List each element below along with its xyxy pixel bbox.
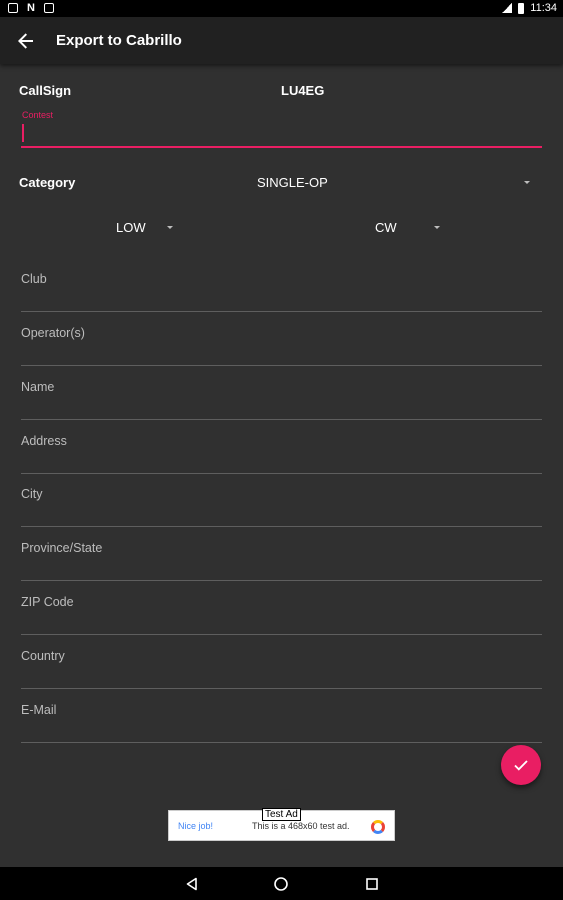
ad-tag: Test Ad — [262, 808, 301, 821]
contest-floating-label: Contest — [22, 110, 54, 120]
n-icon: N — [27, 2, 35, 14]
country-underline — [21, 688, 542, 689]
zip-code-hint: ZIP Code — [21, 595, 74, 609]
ad-logo-icon — [371, 820, 385, 834]
province-state-underline — [21, 580, 542, 581]
operators-hint: Operator(s) — [21, 326, 85, 340]
operators-underline — [21, 365, 542, 366]
club-hint: Club — [21, 272, 47, 286]
province-state-hint: Province/State — [21, 541, 103, 555]
callsign-label: CallSign — [19, 83, 72, 98]
name-underline — [21, 419, 542, 420]
notification-icon — [43, 3, 54, 13]
mode-spinner[interactable]: CW — [375, 220, 397, 235]
power-spinner[interactable]: LOW — [116, 220, 146, 235]
club-underline — [21, 311, 542, 312]
arrow-back-icon — [18, 33, 33, 49]
status-time: 11:34 — [530, 2, 557, 14]
status-bar-notifications: N — [8, 2, 54, 14]
zip-code-underline — [21, 634, 542, 635]
nav-back-button[interactable] — [184, 876, 200, 892]
name-hint: Name — [21, 380, 55, 394]
address-hint: Address — [21, 434, 67, 448]
nav-home-icon — [274, 877, 288, 891]
zip-code-field[interactable]: ZIP Code — [21, 595, 542, 635]
confirm-export-button[interactable] — [501, 745, 541, 785]
email-hint: E-Mail — [21, 703, 57, 717]
nav-back-icon — [186, 877, 197, 891]
signal-icon — [502, 3, 513, 13]
ad-left-text: Nice job! — [178, 821, 214, 831]
category-dropdown-icon[interactable] — [524, 181, 530, 184]
callsign-value: LU4EG — [281, 83, 325, 98]
province-state-field[interactable]: Province/State — [21, 541, 542, 581]
city-hint: City — [21, 487, 43, 501]
contest-input[interactable]: Contest — [21, 110, 542, 148]
email-underline — [21, 742, 542, 743]
email-field[interactable]: E-Mail — [21, 703, 542, 743]
city-underline — [21, 526, 542, 527]
app-bar: Export to Cabrillo — [0, 17, 563, 64]
page-title: Export to Cabrillo — [56, 32, 182, 49]
mode-dropdown-icon[interactable] — [434, 226, 440, 229]
power-dropdown-icon[interactable] — [167, 226, 173, 229]
country-field[interactable]: Country — [21, 649, 542, 689]
address-field[interactable]: Address — [21, 434, 542, 474]
battery-icon — [518, 2, 525, 14]
city-field[interactable]: City — [21, 487, 542, 527]
nav-recents-icon — [366, 878, 378, 890]
nav-home-button[interactable] — [273, 876, 289, 892]
status-bar-system: 11:34 — [502, 2, 557, 14]
back-button[interactable] — [14, 29, 38, 53]
operators-field[interactable]: Operator(s) — [21, 326, 542, 366]
category-spinner[interactable]: SINGLE-OP — [257, 175, 328, 190]
navigation-bar — [0, 867, 563, 900]
country-hint: Country — [21, 649, 65, 663]
contest-underline — [21, 146, 542, 148]
club-field[interactable]: Club — [21, 272, 542, 312]
text-cursor — [22, 124, 24, 142]
address-underline — [21, 473, 542, 474]
status-bar: N 11:34 — [0, 0, 563, 17]
ad-banner[interactable]: Test Ad Nice job! This is a 468x60 test … — [168, 808, 395, 841]
nav-recents-button[interactable] — [364, 876, 380, 892]
notification-icon — [8, 3, 18, 13]
name-field[interactable]: Name — [21, 380, 542, 420]
ad-middle-text: This is a 468x60 test ad. — [252, 821, 350, 831]
check-icon — [514, 760, 528, 771]
category-label: Category — [19, 175, 76, 190]
